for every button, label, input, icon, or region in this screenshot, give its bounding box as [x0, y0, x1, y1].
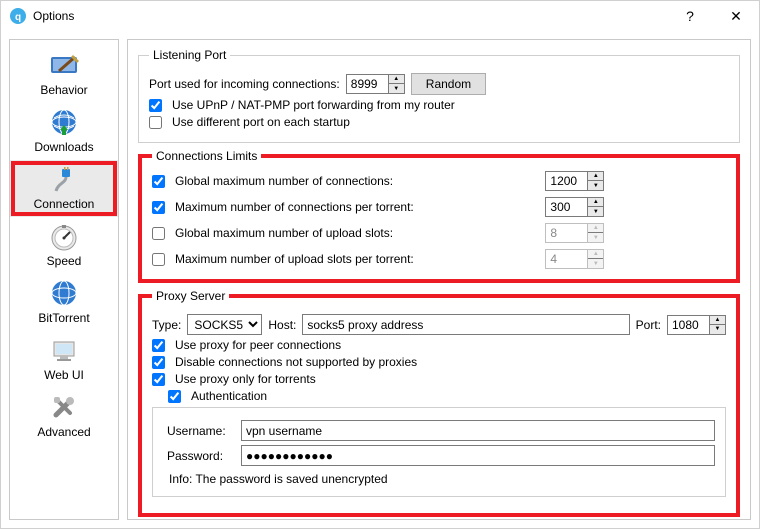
upload-per-torrent-label: Maximum number of upload slots per torre… [175, 252, 414, 266]
proxy-only-torrents-checkbox[interactable] [152, 373, 165, 386]
global-upload-checkbox[interactable] [152, 227, 165, 240]
spin-down[interactable]: ▼ [710, 325, 725, 334]
category-sidebar: Behavior Downloads Connection Speed [9, 39, 119, 520]
upload-per-torrent-checkbox[interactable] [152, 253, 165, 266]
spin-down[interactable]: ▼ [389, 84, 404, 93]
upload-per-torrent-spinner: ▲▼ [545, 249, 604, 269]
window-title: Options [33, 9, 667, 23]
titlebar: q Options ? ✕ [1, 1, 759, 31]
global-upload-input [545, 223, 587, 243]
global-max-input[interactable] [545, 171, 587, 191]
sidebar-item-label: BitTorrent [38, 311, 89, 325]
global-max-checkbox[interactable] [152, 175, 165, 188]
listening-port-legend: Listening Port [149, 48, 230, 62]
proxy-type-label: Type: [152, 318, 181, 332]
sidebar-item-downloads[interactable]: Downloads [10, 103, 118, 160]
proxy-disable-unsupported-checkbox[interactable] [152, 356, 165, 369]
username-input[interactable] [241, 420, 715, 441]
help-button[interactable]: ? [667, 1, 713, 31]
max-per-torrent-input[interactable] [545, 197, 587, 217]
sidebar-item-bittorrent[interactable]: BitTorrent [10, 274, 118, 331]
different-port-checkbox[interactable] [149, 116, 162, 129]
proxy-auth-label: Authentication [191, 389, 267, 403]
close-button[interactable]: ✕ [713, 1, 759, 31]
spin-down: ▼ [588, 233, 603, 242]
proxy-port-input[interactable] [667, 315, 709, 335]
password-info: Info: The password is saved unencrypted [169, 472, 715, 486]
spin-down[interactable]: ▼ [588, 207, 603, 216]
sidebar-item-label: Connection [34, 197, 95, 211]
proxy-only-torrents-label: Use proxy only for torrents [175, 372, 316, 386]
sidebar-item-label: Speed [47, 254, 82, 268]
sidebar-item-behavior[interactable]: Behavior [10, 46, 118, 103]
proxy-auth-group: Username: Password: Info: The password i… [152, 407, 726, 497]
downloads-icon [46, 107, 82, 139]
settings-panel: Listening Port Port used for incoming co… [127, 39, 751, 520]
sidebar-item-connection[interactable]: Connection [10, 160, 118, 217]
random-button[interactable]: Random [411, 73, 486, 95]
bittorrent-icon [46, 278, 82, 310]
max-per-torrent-checkbox[interactable] [152, 201, 165, 214]
behavior-icon [46, 50, 82, 82]
proxy-disable-unsupported-label: Disable connections not supported by pro… [175, 355, 417, 369]
password-label: Password: [167, 449, 233, 463]
proxy-peer-checkbox[interactable] [152, 339, 165, 352]
sidebar-item-speed[interactable]: Speed [10, 217, 118, 274]
connections-limits-group: Connections Limits Global maximum number… [138, 149, 740, 283]
app-logo-icon: q [9, 7, 27, 25]
username-label: Username: [167, 424, 233, 438]
upnp-checkbox[interactable] [149, 99, 162, 112]
spin-up[interactable]: ▲ [588, 198, 603, 207]
proxy-server-group: Proxy Server Type: SOCKS5 Host: Port: ▲▼ [138, 289, 740, 517]
spin-down[interactable]: ▼ [588, 181, 603, 190]
different-port-label: Use different port on each startup [172, 115, 350, 129]
proxy-port-label: Port: [636, 318, 661, 332]
proxy-host-label: Host: [268, 318, 296, 332]
proxy-host-input[interactable] [302, 314, 629, 335]
connections-limits-legend: Connections Limits [152, 149, 261, 163]
sidebar-item-label: Web UI [44, 368, 84, 382]
port-label: Port used for incoming connections: [149, 77, 340, 91]
proxy-server-legend: Proxy Server [152, 289, 229, 303]
connection-icon [46, 164, 82, 196]
sidebar-item-label: Advanced [37, 425, 90, 439]
password-input[interactable] [241, 445, 715, 466]
advanced-icon [46, 392, 82, 424]
proxy-port-spinner[interactable]: ▲▼ [667, 315, 726, 335]
sidebar-item-webui[interactable]: Web UI [10, 331, 118, 388]
sidebar-item-advanced[interactable]: Advanced [10, 388, 118, 445]
proxy-auth-checkbox[interactable] [168, 390, 181, 403]
sidebar-item-label: Behavior [40, 83, 87, 97]
upload-per-torrent-input [545, 249, 587, 269]
spin-down: ▼ [588, 259, 603, 268]
sidebar-item-label: Downloads [34, 140, 93, 154]
global-max-spinner[interactable]: ▲▼ [545, 171, 604, 191]
spin-up[interactable]: ▲ [389, 75, 404, 84]
spin-up: ▲ [588, 224, 603, 233]
max-per-torrent-label: Maximum number of connections per torren… [175, 200, 414, 214]
proxy-peer-label: Use proxy for peer connections [175, 338, 341, 352]
webui-icon [46, 335, 82, 367]
listening-port-group: Listening Port Port used for incoming co… [138, 48, 740, 143]
global-upload-label: Global maximum number of upload slots: [175, 226, 393, 240]
speed-icon [46, 221, 82, 253]
global-upload-spinner: ▲▼ [545, 223, 604, 243]
svg-text:q: q [15, 12, 21, 23]
max-per-torrent-spinner[interactable]: ▲▼ [545, 197, 604, 217]
spin-up: ▲ [588, 250, 603, 259]
port-spinner[interactable]: ▲▼ [346, 74, 405, 94]
port-input[interactable] [346, 74, 388, 94]
proxy-type-select[interactable]: SOCKS5 [187, 314, 262, 335]
spin-up[interactable]: ▲ [588, 172, 603, 181]
global-max-label: Global maximum number of connections: [175, 174, 393, 188]
spin-up[interactable]: ▲ [710, 316, 725, 325]
upnp-label: Use UPnP / NAT-PMP port forwarding from … [172, 98, 455, 112]
